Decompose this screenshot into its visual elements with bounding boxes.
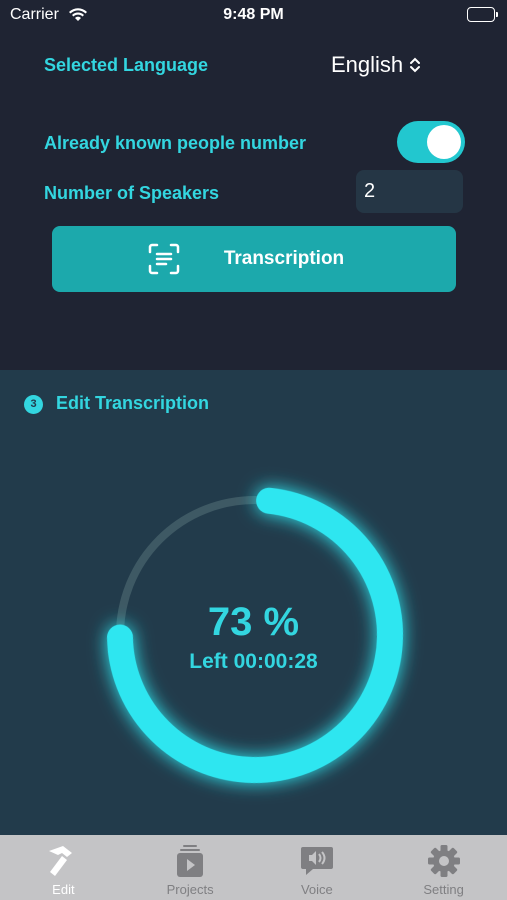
toggle-knob: [427, 125, 461, 159]
progress-percent: 73 %: [207, 600, 300, 644]
gear-icon: [426, 843, 462, 884]
transcription-button[interactable]: Transcription: [52, 226, 456, 292]
hammer-icon: [43, 843, 83, 884]
tab-projects[interactable]: Projects: [127, 835, 254, 900]
voice-icon: [299, 843, 335, 884]
language-label: Selected Language: [44, 55, 209, 75]
speakers-label: Number of Speakers: [44, 183, 220, 203]
settings-panel: Selected Language English Already known …: [0, 32, 507, 370]
tab-setting-label: Setting: [423, 882, 464, 897]
known-people-label: Already known people number: [44, 133, 307, 153]
projects-icon: [174, 843, 206, 884]
language-value: English: [331, 52, 404, 77]
tab-voice-label: Voice: [300, 882, 333, 897]
edit-title: Edit Transcription: [56, 393, 210, 413]
known-people-toggle[interactable]: [397, 121, 465, 163]
tab-setting[interactable]: Setting: [380, 835, 507, 900]
scan-text-icon: [147, 242, 181, 281]
chevron-up-down-icon: [410, 57, 421, 73]
step-badge: 3: [24, 395, 43, 414]
battery-icon: [467, 7, 498, 22]
transcription-button-label: Transcription: [223, 248, 345, 269]
tab-voice[interactable]: Voice: [254, 835, 381, 900]
clock: 9:48 PM: [223, 6, 284, 23]
speakers-input[interactable]: 2: [356, 170, 463, 213]
tab-edit-label: Edit: [52, 882, 75, 897]
tab-projects-label: Projects: [166, 882, 214, 897]
status-bar: Carrier 9:48 PM: [0, 0, 507, 32]
edit-transcription-panel: 3 Edit Transcription 73 % Left 00:00:28: [0, 370, 507, 835]
tab-bar: Edit Projects Voice Setting: [0, 835, 507, 900]
language-selector[interactable]: English: [331, 52, 421, 78]
tab-edit[interactable]: Edit: [0, 835, 127, 900]
time-left: Left 00:00:28: [189, 650, 318, 673]
